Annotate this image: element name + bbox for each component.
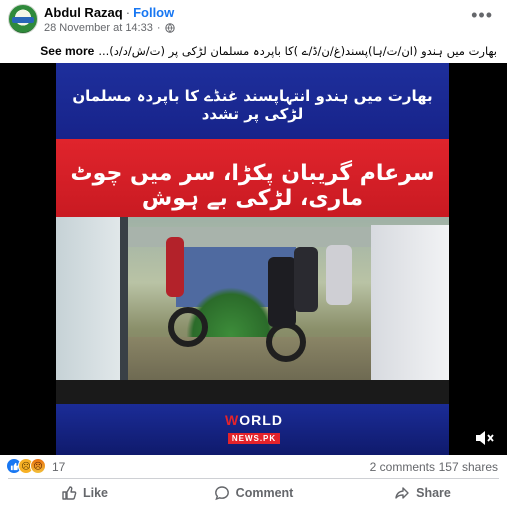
person-figure	[326, 245, 352, 305]
post-header: Abdul Razaq · Follow 28 November at 14:33 …	[0, 0, 507, 40]
share-icon	[395, 487, 409, 499]
reactions-bar: ☹ ☹ 17 2 comments 157 shares	[0, 455, 507, 477]
comment-icon	[214, 486, 229, 501]
post-meta: 28 November at 14:33 ·	[44, 22, 175, 34]
video-frame: بھارت میں ہندو انتہاپسند غنڈے کا باپردہ …	[56, 63, 449, 455]
meta-separator: ·	[156, 22, 161, 34]
reaction-icons[interactable]: ☹ ☹	[6, 458, 46, 474]
post-body: بھارت میں ہندو (ان/ت/ہا)پسند(غ/ن/ڈ/ے )کا…	[98, 44, 497, 58]
volume-muted-icon[interactable]	[475, 430, 495, 446]
logo-sub: NEWS.PK	[227, 433, 281, 444]
author-avatar[interactable]	[8, 4, 38, 34]
world-news-logo: WORLD NEWS.PK	[222, 412, 286, 448]
like-label: Like	[82, 486, 108, 500]
share-label: Share	[416, 486, 451, 500]
motorbike-wheel	[266, 322, 306, 362]
video-scene	[56, 217, 449, 404]
shares-count[interactable]: 157 shares	[439, 460, 498, 474]
person-figure	[294, 247, 318, 312]
person-figure	[166, 237, 184, 297]
headline-banner-red: سرعام گریبان پکڑا، سر میں چوٹ ماری، لڑکی…	[56, 139, 449, 217]
logo-main-a: W	[225, 412, 240, 428]
person-figure	[268, 257, 296, 327]
separator: ·	[125, 5, 131, 20]
post-timestamp[interactable]: 28 November at 14:33	[44, 22, 153, 34]
scene-wall-left	[56, 217, 128, 404]
angry-reaction-icon: ☹	[30, 458, 46, 474]
video-player[interactable]: بھارت میں ہندو انتہاپسند غنڈے کا باپردہ …	[0, 63, 507, 455]
comment-button[interactable]: Comment	[169, 479, 338, 507]
video-headline-1: بھارت میں ہندو انتہاپسند غنڈے کا باپردہ …	[72, 87, 433, 123]
more-options-icon[interactable]: •••	[471, 6, 493, 24]
reaction-count[interactable]: 17	[52, 460, 65, 474]
logo-main: WORLD	[222, 412, 286, 428]
video-headline-2: سرعام گریبان پکڑا، سر میں چوٹ ماری، لڑکی…	[70, 161, 435, 211]
headline-banner-blue: بھارت میں ہندو انتہاپسند غنڈے کا باپردہ …	[56, 63, 449, 139]
author-name[interactable]: Abdul Razaq	[44, 5, 123, 20]
share-button[interactable]: Share	[338, 479, 507, 507]
comments-count[interactable]: 2 comments	[370, 460, 435, 474]
post-text: See more بھارت میں ہندو (ان/ت/ہا)پسند(غ/…	[0, 40, 507, 62]
scene-wall-right	[371, 225, 449, 404]
globe-icon	[164, 23, 175, 33]
motorbike-wheel	[168, 307, 208, 347]
logo-main-b: ORLD	[239, 412, 283, 428]
follow-button[interactable]: Follow	[133, 5, 174, 20]
author-line: Abdul Razaq · Follow	[44, 5, 174, 20]
post-actions: Like Comment Share	[0, 479, 507, 507]
thumbs-up-icon	[62, 486, 77, 500]
like-button[interactable]: Like	[0, 479, 169, 507]
scene-dashboard	[56, 380, 449, 404]
see-more-link[interactable]: See more	[40, 44, 94, 58]
news-ticker: WORLD NEWS.PK	[56, 404, 449, 455]
scene-window-frame	[120, 217, 128, 404]
comment-label: Comment	[235, 486, 294, 500]
